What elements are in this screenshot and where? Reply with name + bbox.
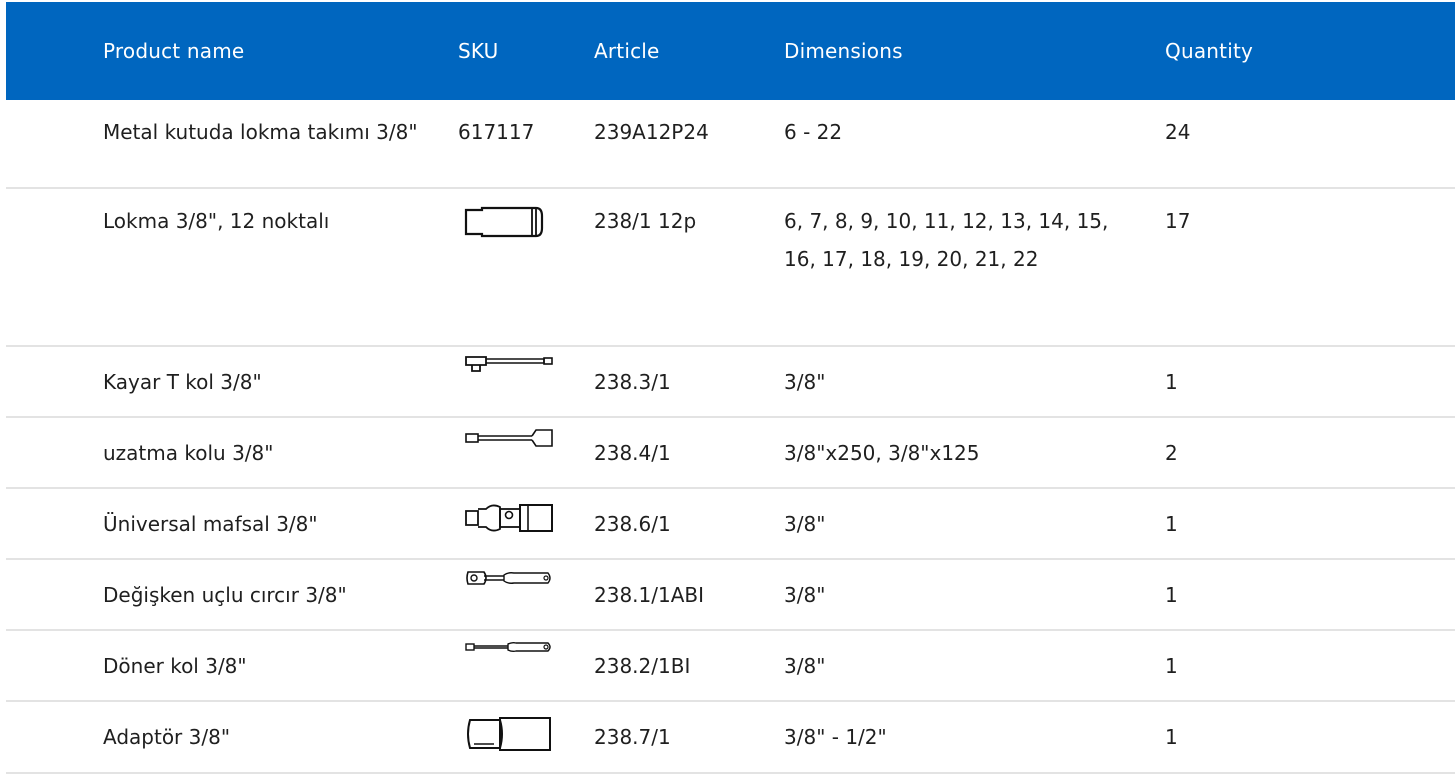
product-image: [458, 356, 594, 383]
ratchet-icon: [466, 571, 551, 585]
product-image: [458, 641, 594, 657]
quantity: 24: [1165, 120, 1191, 144]
product-image: [458, 504, 594, 535]
table-row: Döner kol 3/8" 238.2/1BI 3/8" 1: [6, 631, 1455, 702]
column-header-article: Article: [594, 39, 660, 63]
dimensions: 3/8": [784, 583, 826, 607]
dimensions: 3/8"x250, 3/8"x125: [784, 441, 980, 465]
extension-bar-icon: [465, 429, 553, 447]
dimensions: 6, 7, 8, 9, 10, 11, 12, 13, 14, 15, 16, …: [784, 209, 1109, 271]
universal-joint-icon: [465, 504, 553, 532]
column-header-dimensions: Dimensions: [784, 39, 903, 63]
product-name: Üniversal mafsal 3/8": [103, 512, 318, 536]
article: 238.6/1: [594, 512, 671, 536]
product-name: uzatma kolu 3/8": [103, 441, 274, 465]
table-row: Lokma 3/8", 12 noktalı 238/1 12p 6, 7, 8…: [6, 189, 1455, 347]
product-name: Döner kol 3/8": [103, 654, 247, 678]
quantity: 1: [1165, 370, 1178, 394]
article: 238.1/1ABI: [594, 583, 705, 607]
dimensions: 6 - 22: [784, 120, 843, 144]
table-header: Product name SKU Article Dimensions Quan…: [6, 2, 1455, 100]
dimensions: 3/8": [784, 512, 826, 536]
table-row: Üniversal mafsal 3/8" 238.6/1 3/8" 1: [6, 489, 1455, 560]
article: 238.4/1: [594, 441, 671, 465]
table-row: uzatma kolu 3/8" 238.4/1 3/8"x250, 3/8"x…: [6, 418, 1455, 489]
table-row: Kayar T kol 3/8" 238.3/1 3/8" 1: [6, 347, 1455, 418]
quantity: 1: [1165, 725, 1178, 749]
column-header-product-name: Product name: [103, 39, 245, 63]
dimensions: 3/8" - 1/2": [784, 725, 887, 749]
table-row: Adaptör 3/8" 238.7/1 3/8" - 1/2" 1: [6, 702, 1455, 774]
sku: 617117: [458, 120, 535, 144]
product-image: [458, 202, 594, 242]
article: 239A12P24: [594, 120, 709, 144]
sliding-t-handle-icon: [465, 356, 553, 372]
column-header-quantity: Quantity: [1165, 39, 1254, 63]
dimensions: 3/8": [784, 654, 826, 678]
column-header-sku: SKU: [458, 39, 499, 63]
spinner-handle-icon: [465, 641, 551, 653]
product-image: [458, 571, 594, 590]
quantity: 1: [1165, 583, 1178, 607]
article: 238.2/1BI: [594, 654, 691, 678]
quantity: 1: [1165, 512, 1178, 536]
quantity: 1: [1165, 654, 1178, 678]
article: 238.7/1: [594, 725, 671, 749]
article: 238/1 12p: [594, 209, 697, 233]
product-name: Kayar T kol 3/8": [103, 370, 262, 394]
socket-icon: [464, 206, 544, 238]
product-name: Metal kutuda lokma takımı 3/8": [103, 120, 418, 144]
product-image: [458, 717, 594, 754]
dimensions: 3/8": [784, 370, 826, 394]
quantity: 2: [1165, 441, 1178, 465]
product-image: [458, 429, 594, 450]
product-table: Product name SKU Article Dimensions Quan…: [6, 2, 1455, 774]
quantity: 17: [1165, 209, 1191, 233]
adapter-icon: [467, 717, 551, 751]
article: 238.3/1: [594, 370, 671, 394]
product-name: Adaptör 3/8": [103, 725, 231, 749]
product-name: Değişken uçlu cırcır 3/8": [103, 583, 347, 607]
table-row: Metal kutuda lokma takımı 3/8" 617117 23…: [6, 100, 1455, 189]
product-name: Lokma 3/8", 12 noktalı: [103, 209, 330, 233]
table-row: Değişken uçlu cırcır 3/8" 238.1/1ABI 3/8…: [6, 560, 1455, 631]
